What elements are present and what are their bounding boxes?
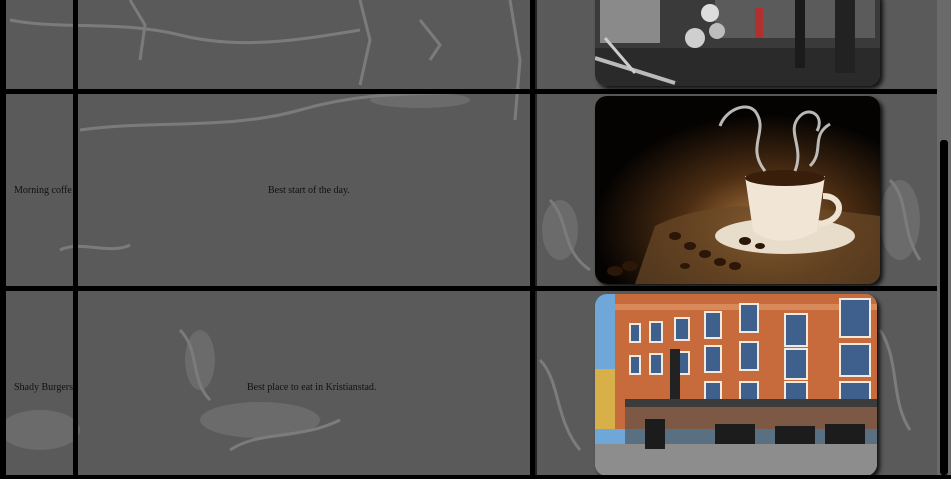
row-3-name: Shady Burgers bbox=[14, 382, 73, 393]
gym-photo bbox=[595, 0, 880, 86]
scrollbar-track[interactable] bbox=[937, 0, 951, 479]
restaurant-photo bbox=[595, 294, 877, 476]
scrollbar-thumb[interactable] bbox=[940, 140, 948, 475]
coffee-photo bbox=[595, 96, 880, 284]
row-2-name: Morning coffe bbox=[14, 185, 72, 196]
left-edge bbox=[0, 0, 6, 479]
row-2-description: Best start of the day. bbox=[268, 185, 350, 196]
row-3-description: Best place to eat in Kristianstad. bbox=[247, 382, 377, 393]
bottom-edge bbox=[0, 475, 951, 479]
grid-hline-2 bbox=[6, 286, 937, 291]
grid-vline-2b bbox=[535, 0, 537, 479]
grid-hline-1 bbox=[6, 89, 937, 94]
grid-vline-1 bbox=[73, 0, 78, 479]
